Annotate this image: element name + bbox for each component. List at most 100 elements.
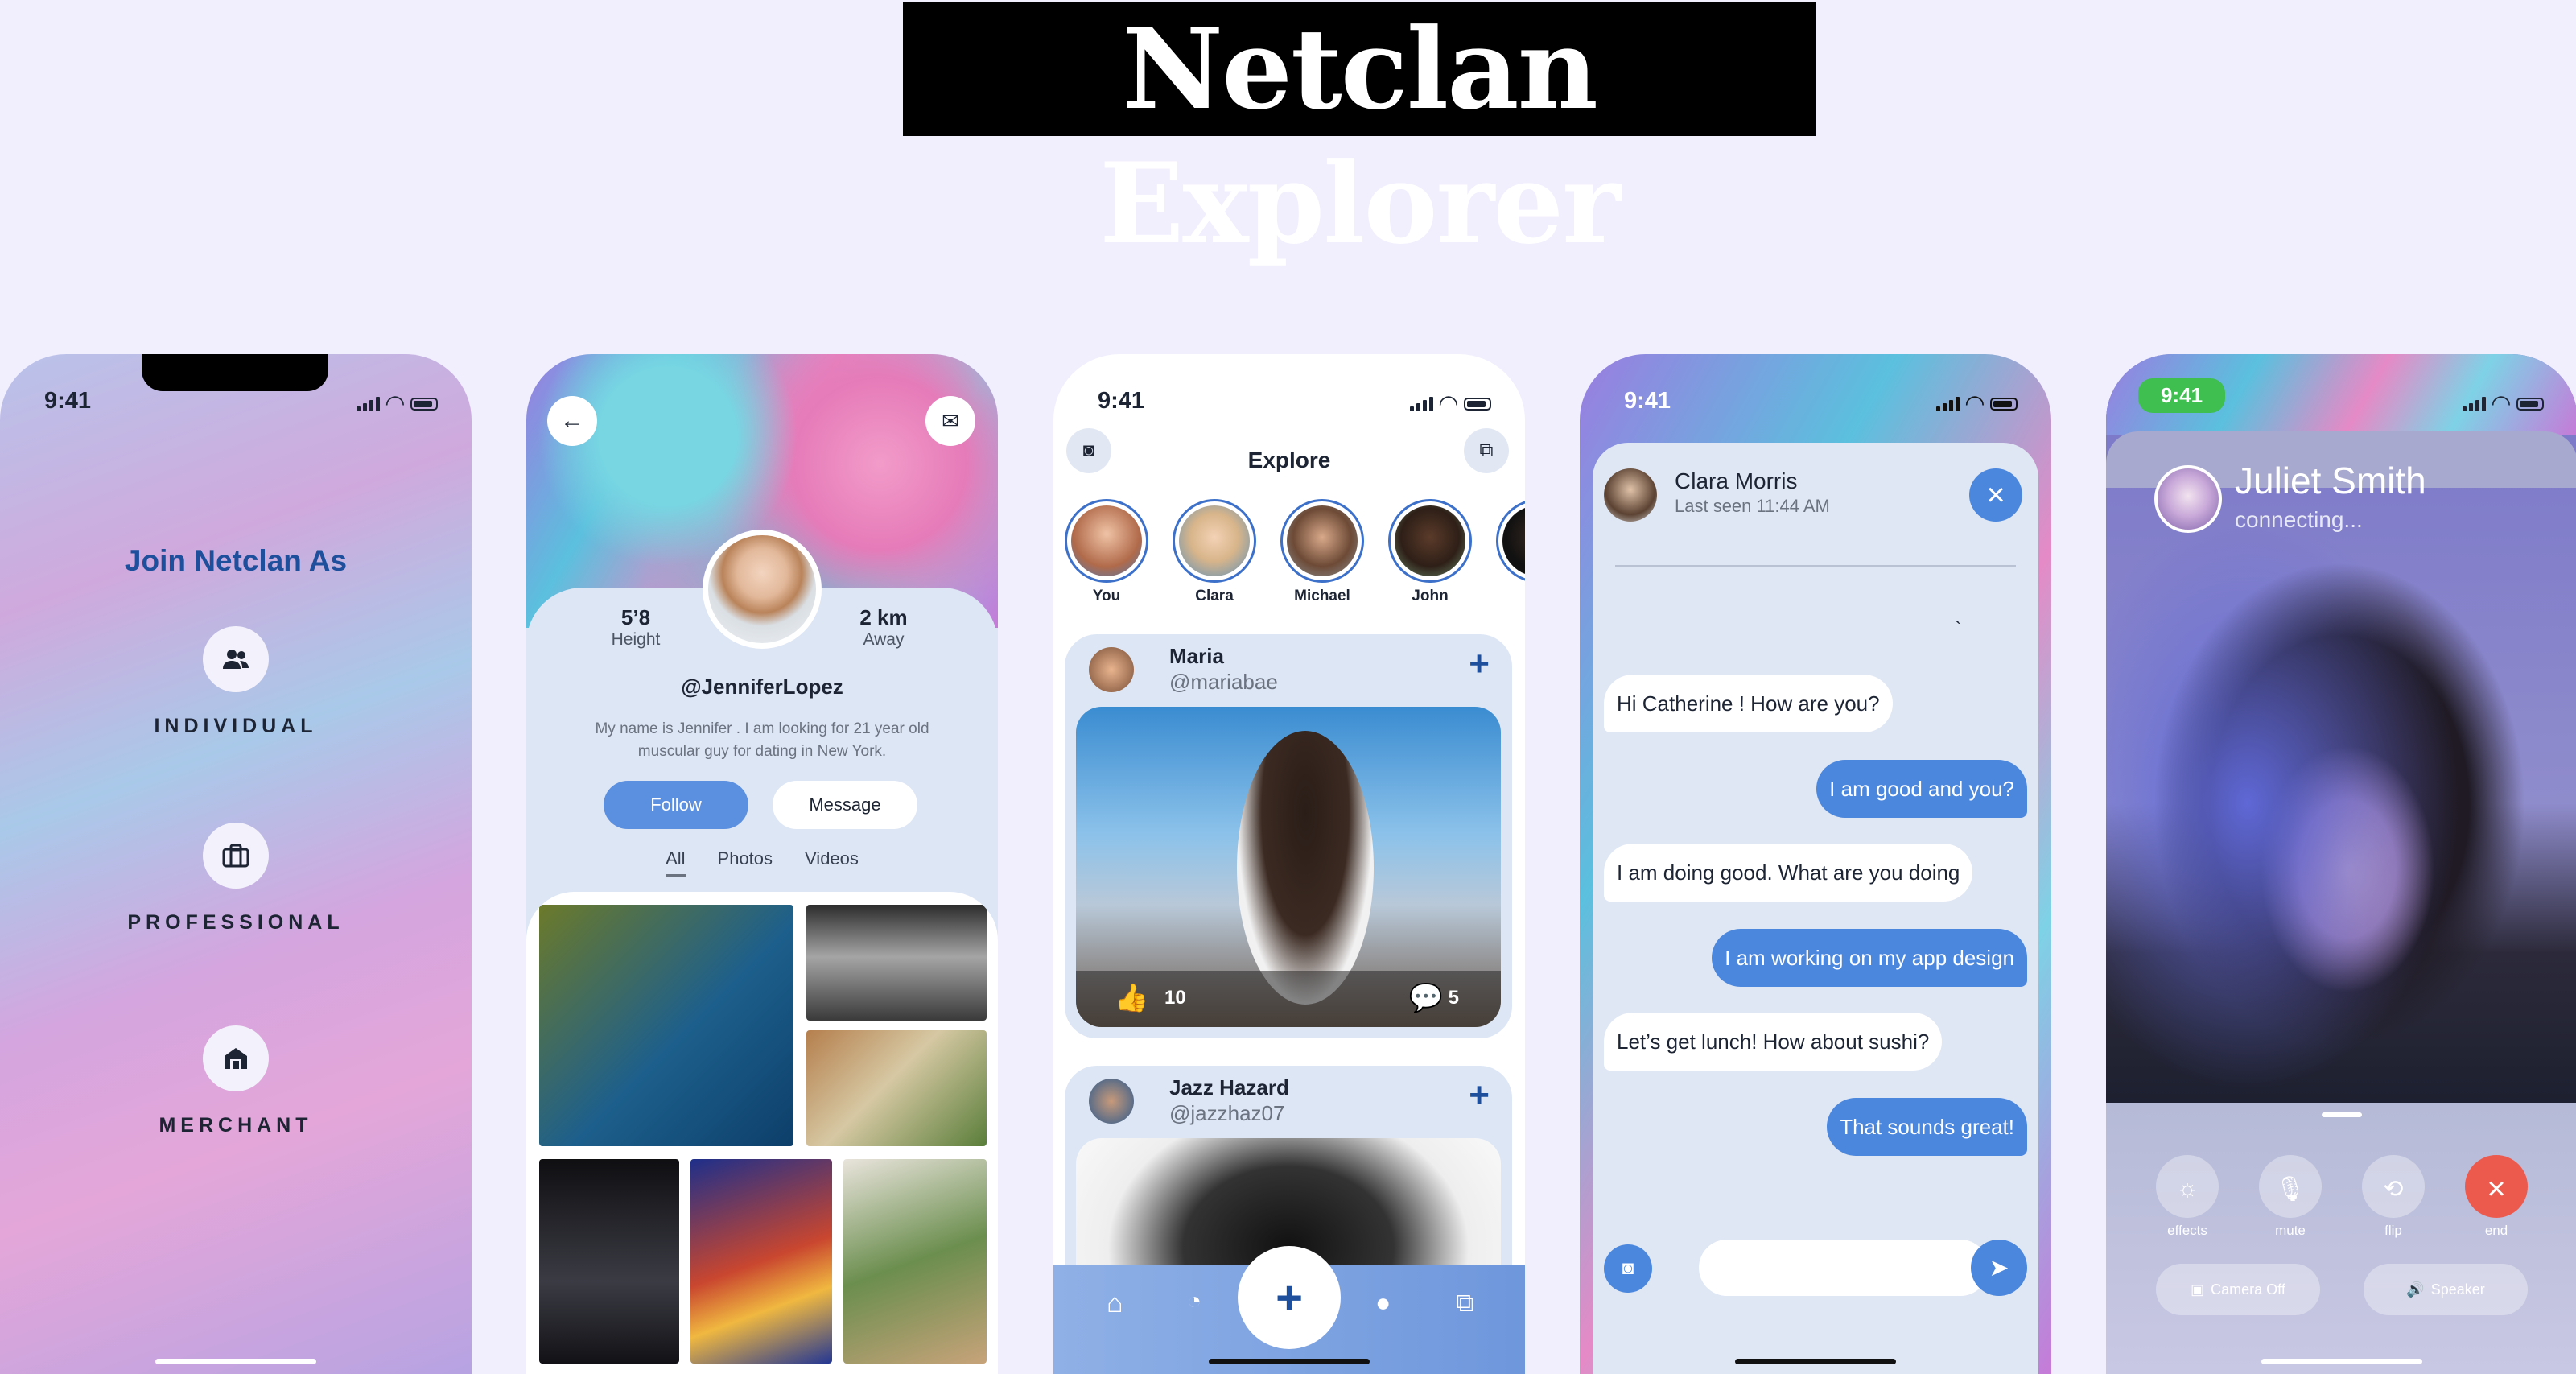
join-screen: 9:41 ◠ Join Netclan As INDIVIDUAL PROFES… [0, 354, 472, 1374]
mail-button[interactable]: ✉ [925, 396, 975, 446]
video-off-icon: ▣ [2191, 1281, 2205, 1298]
comment-count: 5 [1448, 987, 1459, 1009]
page-title: Netclan Explorer [903, 2, 1816, 269]
send-button[interactable]: ➤ [1971, 1240, 2027, 1296]
story-michael[interactable]: Michael [1280, 499, 1364, 605]
speaker-button[interactable]: 🔊 Speaker [2364, 1264, 2528, 1315]
profile-avatar [703, 530, 822, 649]
status-bar: 9:41 ◠ [2106, 378, 2576, 423]
status-time: 9:41 [44, 388, 92, 414]
call-screen: 9:41 ◠ Juliet Smith connecting... ☼ effec… [2106, 354, 2576, 1374]
gallery-photo-moon[interactable] [806, 905, 987, 1021]
battery-icon [410, 397, 438, 411]
status-bar: 9:41 ◠ [0, 378, 472, 423]
signal-icon [1409, 396, 1433, 411]
height-label: Height [611, 630, 661, 649]
add-friend-button[interactable]: + [1469, 644, 1490, 684]
gallery-photo-astronauts[interactable] [539, 1159, 679, 1364]
post-avatar [1089, 1079, 1134, 1124]
tab-videos[interactable]: Videos [805, 848, 859, 877]
caller-name: Juliet Smith [2235, 460, 2426, 501]
profile-bio: My name is Jennifer . I am looking for 2… [595, 720, 929, 760]
height-value: 5’8 [620, 605, 651, 629]
add-friend-button[interactable]: + [1469, 1075, 1490, 1116]
gallery-photo-color[interactable] [690, 1159, 832, 1364]
send-icon: ➤ [1989, 1254, 2009, 1281]
like-count: 10 [1164, 987, 1186, 1009]
effects-button[interactable]: ☼ effects [2156, 1155, 2219, 1239]
post-handle: @mariabae [1169, 670, 1278, 694]
explore-screen: 9:41 ◠ ◙ Explore ⧉ You Clara Michael Joh… [1053, 354, 1525, 1374]
sheet-handle [2322, 1112, 2362, 1117]
message-button[interactable]: Message [773, 781, 917, 829]
home-indicator [2261, 1359, 2422, 1364]
like-icon[interactable]: 👍 [1115, 982, 1148, 1014]
battery-icon [1464, 397, 1491, 411]
distance-label: Away [863, 630, 905, 649]
battery-icon [2516, 397, 2544, 411]
story-be[interactable]: Be [1496, 499, 1525, 605]
role-individual[interactable]: INDIVIDUAL [0, 626, 472, 738]
end-call-button[interactable]: × end [2465, 1155, 2528, 1239]
role-label: INDIVIDUAL [154, 715, 318, 737]
home-icon[interactable]: ⌂ [1107, 1288, 1123, 1319]
message-outgoing: That sounds great! [1827, 1098, 2027, 1156]
profile-icon[interactable]: ● [1375, 1288, 1391, 1318]
contact-name: Clara Morris [1675, 468, 1798, 493]
store-icon [203, 1025, 269, 1091]
wifi-icon: ◠ [2492, 391, 2510, 417]
signal-icon [1935, 396, 1960, 411]
profile-tabs: All Photos Videos [526, 848, 998, 877]
speaker-icon: 🔊 [2406, 1281, 2425, 1298]
bottom-nav: ⌂ ◔ ● ⧉ + [1053, 1257, 1525, 1374]
home-indicator [1209, 1359, 1370, 1364]
people-icon [203, 626, 269, 692]
arrow-left-icon: ← [560, 407, 584, 434]
status-time: 9:41 [1098, 388, 1145, 414]
explore-header: Explore [1053, 435, 1525, 486]
camera-button[interactable]: ◙ [1604, 1244, 1652, 1293]
gallery-photo-plants[interactable] [843, 1159, 987, 1364]
new-post-icon: ⧉ [1479, 439, 1494, 461]
profile-screen: ← ✉ 5’8 Height 2 km Away @JenniferLopez My… [526, 354, 998, 1374]
new-post-button[interactable]: ⧉ [1464, 428, 1509, 473]
end-call-icon: × [2487, 1170, 2506, 1207]
create-button[interactable]: + [1249, 1257, 1329, 1338]
post-avatar [1089, 647, 1134, 692]
story-clara[interactable]: Clara [1173, 499, 1256, 605]
status-time: 9:41 [1624, 388, 1671, 414]
new-post-icon[interactable]: ⧉ [1456, 1288, 1474, 1318]
explore-title: Explore [1247, 448, 1331, 472]
comment-icon[interactable]: 💬 [1409, 982, 1443, 1014]
home-indicator [1735, 1359, 1896, 1364]
role-professional[interactable]: PROFESSIONAL [0, 823, 472, 935]
message-input[interactable] [1699, 1240, 1989, 1296]
story-you[interactable]: You [1065, 499, 1148, 605]
wifi-icon: ◠ [1439, 391, 1457, 417]
story-john[interactable]: John [1388, 499, 1472, 605]
call-state: connecting... [2235, 507, 2363, 532]
chat-icon[interactable]: ◔ [1187, 1288, 1201, 1315]
signal-icon [2462, 396, 2486, 411]
follow-button[interactable]: Follow [604, 781, 748, 829]
post-author: Jazz Hazard [1169, 1075, 1289, 1100]
tab-photos[interactable]: Photos [718, 848, 773, 877]
gallery-photo-diver[interactable] [539, 905, 793, 1146]
status-bar: 9:41 ◠ [1053, 378, 1525, 423]
role-label: MERCHANT [159, 1114, 313, 1137]
stories-row: You Clara Michael John Be [1065, 499, 1525, 605]
flip-button[interactable]: ⟲ flip [2362, 1155, 2425, 1239]
join-heading: Join Netclan As [124, 544, 348, 577]
message-outgoing: I am good and you? [1816, 760, 2027, 818]
mic-off-icon: 🎙 [2274, 1175, 2306, 1203]
post-image[interactable]: 👍 10 💬 5 [1076, 707, 1501, 1027]
back-button[interactable]: ← [547, 396, 597, 446]
post-card: Maria @mariabae + 👍 10 💬 5 [1065, 634, 1512, 1038]
role-merchant[interactable]: MERCHANT [0, 1025, 472, 1137]
camera-off-button[interactable]: ▣ Camera Off [2156, 1264, 2320, 1315]
camera-icon: ◙ [1622, 1257, 1634, 1279]
tab-all[interactable]: All [666, 848, 686, 877]
mute-button[interactable]: 🎙 mute [2259, 1155, 2322, 1239]
gallery-photo-food[interactable] [806, 1030, 987, 1146]
close-button[interactable]: × [1969, 468, 2022, 522]
